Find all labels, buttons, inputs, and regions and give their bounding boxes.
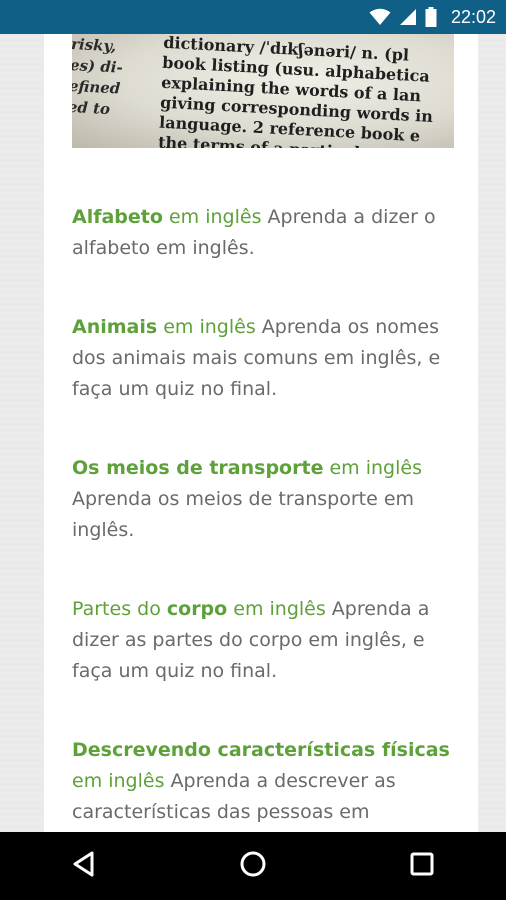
cell-signal-icon xyxy=(399,8,417,26)
lesson-item-alfabeto: Alfabeto em inglês Aprenda a dizer o alf… xyxy=(72,202,456,264)
lesson-link[interactable]: em inglês xyxy=(323,457,422,479)
web-page[interactable]: risky, es) di- efined ed to dictionary /… xyxy=(0,34,506,832)
lesson-item-corpo: Partes do corpo em inglês Aprenda a dize… xyxy=(72,594,456,687)
lesson-item-transporte: Os meios de transporte em inglês Aprenda… xyxy=(72,453,456,546)
lesson-link[interactable]: Partes do xyxy=(72,598,167,620)
lesson-item-caracteristicas: Descrevendo características físicas em i… xyxy=(72,735,456,828)
hero-left-line: ed to xyxy=(72,97,111,119)
lesson-description: Aprenda os meios de transporte em inglês… xyxy=(72,488,415,541)
status-clock: 22:02 xyxy=(450,6,496,27)
navigation-bar xyxy=(0,832,506,900)
hero-left-column: risky, es) di- efined ed to xyxy=(72,34,158,148)
lesson-link[interactable]: em inglês xyxy=(157,316,256,338)
lesson-link[interactable]: em inglês xyxy=(227,598,326,620)
home-button[interactable] xyxy=(213,836,293,896)
hero-right-column: dictionary /ˈdɪkʃənəri/ n. (pl book list… xyxy=(158,34,437,148)
content-card: risky, es) di- efined ed to dictionary /… xyxy=(44,34,478,832)
back-triangle-icon xyxy=(70,850,98,882)
lesson-link[interactable]: Alfabeto xyxy=(72,206,163,228)
recents-square-icon xyxy=(408,850,436,882)
lesson-link[interactable]: em inglês xyxy=(72,770,165,792)
lesson-link[interactable]: corpo xyxy=(167,598,227,620)
hero-photo-text: risky, es) di- efined ed to dictionary /… xyxy=(72,34,454,148)
back-button[interactable] xyxy=(44,836,124,896)
lesson-list: Alfabeto em inglês Aprenda a dizer o alf… xyxy=(72,202,456,832)
battery-icon xyxy=(425,7,437,27)
home-circle-icon xyxy=(239,850,267,882)
dictionary-hero-image: risky, es) di- efined ed to dictionary /… xyxy=(72,34,454,148)
lesson-link[interactable]: Os meios de transporte xyxy=(72,457,323,479)
status-icons: 22:02 xyxy=(369,0,496,34)
lesson-link[interactable]: Animais xyxy=(72,316,157,338)
status-bar: 22:02 xyxy=(0,0,506,34)
lesson-item-animais: Animais em inglês Aprenda os nomes dos a… xyxy=(72,312,456,405)
lesson-link[interactable]: Descrevendo características físicas xyxy=(72,739,450,761)
recents-button[interactable] xyxy=(382,836,462,896)
lesson-link[interactable]: em inglês xyxy=(163,206,262,228)
wifi-icon xyxy=(369,8,391,26)
